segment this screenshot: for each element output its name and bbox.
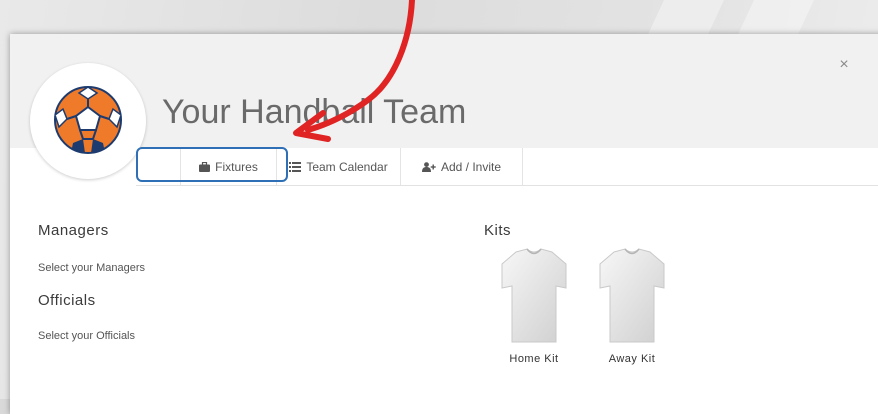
- tab-fixtures[interactable]: Fixtures: [181, 148, 277, 185]
- close-button[interactable]: ×: [836, 57, 852, 73]
- home-kit[interactable]: Home Kit: [494, 246, 574, 365]
- home-kit-label: Home Kit: [509, 353, 559, 365]
- officials-title: Officials: [38, 292, 96, 309]
- tshirt-icon: [501, 248, 567, 343]
- tab-fixtures-label: Fixtures: [215, 159, 258, 174]
- team-name: Your Handball Team: [162, 93, 467, 131]
- team-logo: [30, 63, 146, 179]
- team-modal: × Your Handball Team Fixtures Team Calen…: [10, 34, 878, 414]
- managers-title: Managers: [38, 222, 109, 239]
- add-user-icon: [421, 161, 436, 172]
- list-icon: [289, 161, 302, 172]
- briefcase-icon: [199, 161, 211, 172]
- away-kit[interactable]: Away Kit: [592, 246, 672, 365]
- tab-add-invite[interactable]: Add / Invite: [401, 148, 523, 185]
- tshirt-icon: [599, 248, 665, 343]
- handball-icon: [54, 86, 122, 154]
- managers-select[interactable]: Select your Managers: [38, 262, 145, 274]
- tab-blank: [136, 148, 181, 185]
- kits-title: Kits: [484, 222, 512, 239]
- tab-team-calendar[interactable]: Team Calendar: [277, 148, 401, 185]
- tab-add-invite-label: Add / Invite: [440, 159, 502, 174]
- tab-team-calendar-label: Team Calendar: [306, 159, 388, 174]
- tab-bar: Fixtures Team Calendar Add / Invite: [136, 148, 878, 186]
- officials-select[interactable]: Select your Officials: [38, 330, 135, 342]
- away-kit-label: Away Kit: [608, 353, 656, 365]
